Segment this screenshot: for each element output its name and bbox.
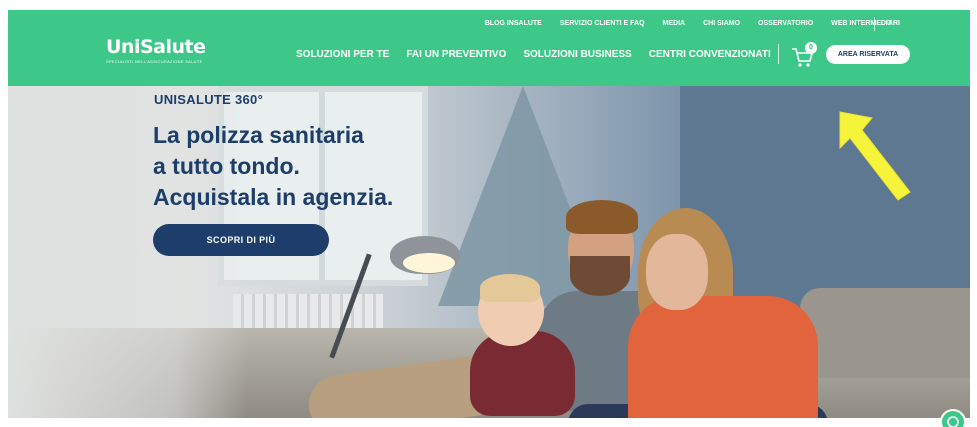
hero-photo-baby-hair <box>480 274 540 302</box>
hero-photo-woman-face <box>646 234 708 310</box>
hero-headline: La polizza sanitaria a tutto tondo. Acqu… <box>153 120 393 213</box>
hero-photo-woman <box>628 296 818 418</box>
chat-icon <box>947 416 959 427</box>
annotation-arrow-icon <box>839 111 911 201</box>
language-divider <box>874 17 875 31</box>
top-link-servizio-clienti[interactable]: SERVIZIO CLIENTI E FAQ <box>560 20 645 27</box>
top-link-osservatorio[interactable]: OSSERVATORIO <box>758 20 813 27</box>
main-nav: SOLUZIONI PER TE FAI UN PREVENTIVO SOLUZ… <box>296 49 771 60</box>
nav-centri-convenzionati[interactable]: CENTRI CONVENZIONATI <box>649 49 771 60</box>
hero-eyebrow: UNISALUTE 360° <box>154 92 264 107</box>
hero-photo-blanket <box>800 288 970 378</box>
nav-soluzioni-per-te[interactable]: SOLUZIONI PER TE <box>296 49 389 60</box>
hero-photo-man-hair <box>566 200 638 234</box>
language-selector[interactable]: IT <box>886 20 892 27</box>
top-links: BLOG INSALUTE SERVIZIO CLIENTI E FAQ MED… <box>485 20 900 27</box>
site-header: UniSalute SPECIALISTI NELL'ASSICURAZIONE… <box>8 10 970 86</box>
unisalute-logo[interactable]: UniSalute SPECIALISTI NELL'ASSICURAZIONE… <box>106 36 206 64</box>
logo-text: UniSalute <box>106 36 206 58</box>
nav-divider <box>778 44 779 64</box>
top-link-media[interactable]: MEDIA <box>663 20 686 27</box>
nav-soluzioni-business[interactable]: SOLUZIONI BUSINESS <box>523 49 631 60</box>
hero-headline-line: La polizza sanitaria <box>153 122 364 148</box>
area-riservata-button[interactable]: AREA RISERVATA <box>826 45 910 64</box>
nav-fai-un-preventivo[interactable]: FAI UN PREVENTIVO <box>406 49 506 60</box>
top-link-blog[interactable]: BLOG INSALUTE <box>485 20 542 27</box>
top-link-chi-siamo[interactable]: CHI SIAMO <box>703 20 740 27</box>
hero-photo-lamp-light <box>403 253 455 273</box>
scopri-di-piu-button[interactable]: SCOPRI DI PIÙ <box>153 224 329 256</box>
chat-button[interactable] <box>940 409 966 427</box>
logo-tagline: SPECIALISTI NELL'ASSICURAZIONE SALUTE <box>106 59 203 64</box>
hero-photo-man-beard <box>570 256 630 296</box>
cart-button[interactable]: 0 <box>791 42 819 67</box>
hero-headline-line: Acquistala in agenzia. <box>153 184 394 210</box>
hero-headline-line: a tutto tondo. <box>153 153 300 179</box>
cart-count-badge: 0 <box>805 42 817 54</box>
